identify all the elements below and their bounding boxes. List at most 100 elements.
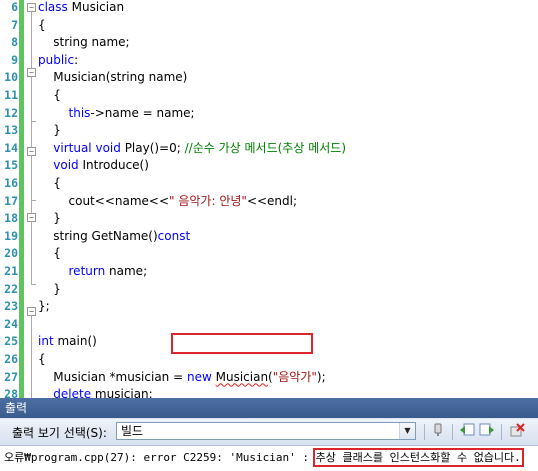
clear-all-icon[interactable] (508, 423, 526, 441)
outline-line (31, 222, 32, 284)
code-token: " 음악가: 안녕" (169, 193, 247, 208)
outline-line (31, 121, 32, 147)
line-number: 19 (4, 228, 18, 243)
outline-line (31, 77, 32, 121)
code-line: delete musician; (38, 386, 153, 398)
code-token: this (68, 105, 91, 120)
toolbar-separator (452, 424, 453, 440)
code-line: } (38, 122, 61, 140)
go-to-prev-message-icon[interactable] (458, 423, 476, 441)
code-line: string GetName()const (38, 228, 190, 246)
line-number: 8 (11, 35, 18, 50)
line-number: 20 (4, 246, 18, 261)
code-token: new (186, 369, 212, 384)
code-token: musician; (91, 387, 153, 398)
line-number: 26 (4, 352, 18, 366)
code-token: Musician (215, 369, 269, 384)
outline-tick (31, 284, 36, 285)
code-editor[interactable]: 6 7 8 9 10 11 12 13 14 15 16 17 18 19 20 21 22 23 24 25 26 27… (0, 0, 538, 398)
code-token: return (68, 264, 106, 278)
code-token: public (38, 52, 75, 67)
line-number: 7 (11, 17, 18, 32)
code-token: int (38, 334, 54, 349)
dropdown-arrow-icon[interactable]: ▼ (399, 423, 415, 439)
output-source-dropdown[interactable]: 빌드 ▼ (116, 422, 416, 440)
code-token: { (38, 88, 61, 102)
code-token: virtual (53, 140, 92, 155)
outlining-margin: − − − − − (24, 0, 38, 398)
code-token: ); (316, 369, 326, 384)
collapse-class-musician-icon[interactable]: − (27, 3, 36, 12)
code-token: //순수 가상 메서드(추상 메서드) (184, 140, 346, 155)
output-error-line: 오류₩program.cpp(27): error C2259: 'Musici… (4, 448, 524, 467)
code-line: Musician *musician = new Musician("음악가")… (38, 369, 326, 387)
code-line: string name; (38, 34, 129, 52)
code-line: this->name = name; (38, 105, 195, 123)
line-number: 12 (4, 105, 18, 120)
collapse-getname-icon[interactable]: − (27, 213, 36, 222)
code-token: main() (53, 334, 97, 349)
output-source-value: 빌드 (121, 424, 144, 438)
code-token: string GetName() (38, 228, 158, 243)
find-message-icon[interactable] (429, 423, 447, 441)
toolbar-separator (424, 424, 425, 440)
line-number: 16 (4, 176, 18, 190)
line-number: 23 (4, 299, 18, 314)
line-number: 10 (4, 70, 18, 85)
code-token: class (38, 0, 68, 14)
code-token: Musician(string name) (38, 70, 188, 85)
code-token: } (38, 211, 61, 226)
code-token: { (38, 176, 61, 190)
error-message-text: 추상 클래스를 인스턴스화할 수 없습니다. (312, 448, 524, 467)
line-number: 6 (11, 0, 18, 14)
code-token: Play()=0; (120, 140, 185, 155)
collapse-constructor-icon[interactable]: − (27, 68, 36, 77)
output-title-bar[interactable]: 출력 (0, 398, 538, 418)
line-number: 24 (4, 316, 18, 331)
code-line: { (38, 87, 61, 105)
code-line: { (38, 17, 46, 35)
collapse-main-icon[interactable]: − (27, 307, 36, 316)
code-token: Introduce() (78, 158, 149, 173)
outline-line (31, 12, 32, 70)
code-token: { (38, 246, 61, 261)
code-token: } (38, 281, 61, 296)
code-token: void (95, 140, 121, 155)
output-text-area[interactable]: 오류₩program.cpp(27): error C2259: 'Musici… (0, 446, 538, 471)
output-title: 출력 (5, 401, 28, 415)
line-number: 27 (4, 369, 18, 384)
code-token: } (38, 123, 61, 138)
code-token: const (157, 228, 191, 243)
code-token: delete (53, 387, 92, 398)
code-token: name; (105, 264, 148, 278)
code-token: <<endl; (246, 193, 298, 208)
line-number: 21 (4, 264, 18, 278)
error-location-text: 오류₩program.cpp(27): error C2259: 'Musici… (4, 451, 316, 464)
code-line: cout<<name<<" 음악가: 안녕"<<endl; (38, 193, 298, 211)
code-token: { (38, 352, 46, 366)
outline-line (31, 316, 32, 398)
code-line: public: (38, 52, 78, 70)
line-number: 9 (11, 52, 18, 67)
output-toolbar: 출력 보기 선택(S): 빌드 ▼ (0, 419, 538, 446)
code-line: return name; (38, 263, 148, 281)
code-line: class Musician (38, 0, 124, 17)
line-number: 17 (4, 193, 18, 208)
code-line: void Introduce() (38, 157, 149, 175)
code-line: { (38, 175, 61, 193)
collapse-introduce-icon[interactable]: − (27, 147, 36, 156)
line-number: 13 (4, 123, 18, 138)
line-number: 14 (4, 140, 18, 155)
code-token: Musician *musician = (38, 369, 187, 384)
go-to-next-message-icon[interactable] (478, 423, 496, 441)
code-token: { (38, 17, 46, 32)
code-token: Musician (67, 0, 125, 14)
code-line: { (38, 351, 46, 369)
code-line: virtual void Play()=0; //순수 가상 메서드(추상 메서… (38, 140, 346, 158)
code-line: } (38, 281, 61, 299)
code-line: { (38, 245, 61, 263)
